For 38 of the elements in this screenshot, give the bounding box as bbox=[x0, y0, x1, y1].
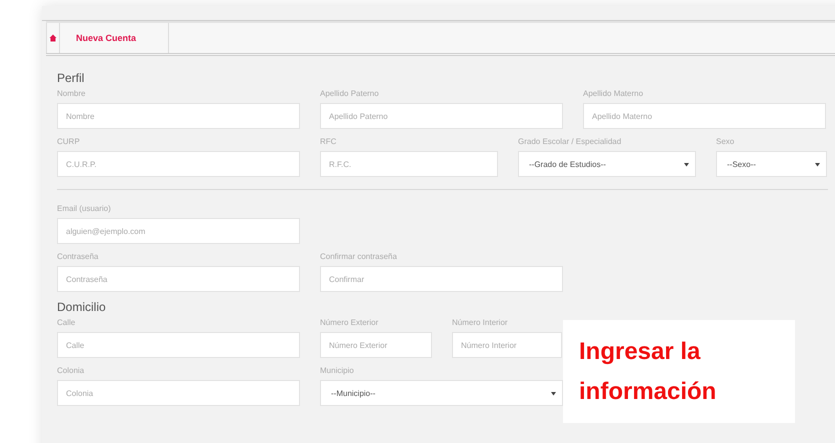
field-label: Municipio bbox=[320, 366, 355, 375]
field-label: RFC bbox=[320, 137, 338, 146]
field-label: Email (usuario) bbox=[57, 204, 112, 213]
nav-link[interactable]: Nueva Cuenta bbox=[60, 23, 170, 53]
field-label: Sexo bbox=[716, 137, 736, 146]
field-label: Nombre bbox=[57, 89, 86, 98]
select-field[interactable]: --Grado de Estudios-- bbox=[518, 151, 696, 177]
input-field[interactable]: Número Exterior bbox=[320, 332, 432, 358]
section-heading: Domicilio bbox=[57, 300, 107, 314]
field-label: Apellido Materno bbox=[583, 89, 644, 98]
caret-icon bbox=[551, 390, 556, 396]
input-field[interactable]: Nombre bbox=[57, 103, 300, 129]
field-label: Calle bbox=[57, 318, 76, 327]
home-icon[interactable] bbox=[49, 34, 57, 42]
caret-icon bbox=[815, 162, 820, 166]
input-field[interactable]: Número Interior bbox=[452, 332, 562, 358]
input-field[interactable]: Colonia bbox=[57, 380, 300, 406]
field-label: Número Exterior bbox=[320, 318, 380, 327]
input-field[interactable]: C.U.R.P. bbox=[57, 151, 300, 177]
field-label: Número Interior bbox=[452, 318, 509, 327]
input-field[interactable]: Calle bbox=[57, 332, 300, 358]
section-heading: Perfil bbox=[57, 71, 86, 85]
input-field[interactable]: alguien@ejemplo.com bbox=[57, 218, 300, 244]
field-label: Contraseña bbox=[57, 252, 100, 261]
input-field[interactable]: Contraseña bbox=[57, 266, 300, 292]
input-field[interactable]: Confirmar bbox=[320, 266, 563, 292]
select-field[interactable]: --Municipio-- bbox=[320, 380, 563, 406]
caret-icon bbox=[684, 162, 689, 166]
field-label: Confirmar contraseña bbox=[320, 252, 398, 261]
select-field[interactable]: --Sexo-- bbox=[716, 151, 827, 177]
callout-text: Ingresar la información bbox=[579, 336, 718, 406]
field-label: Grado Escolar / Especialidad bbox=[518, 137, 622, 146]
input-field[interactable]: R.F.C. bbox=[320, 151, 498, 177]
input-field[interactable]: Apellido Paterno bbox=[320, 103, 563, 129]
field-label: CURP bbox=[57, 137, 81, 146]
field-label: Apellido Paterno bbox=[320, 89, 380, 98]
input-field[interactable]: Apellido Materno bbox=[583, 103, 826, 129]
field-label: Colonia bbox=[57, 366, 86, 375]
